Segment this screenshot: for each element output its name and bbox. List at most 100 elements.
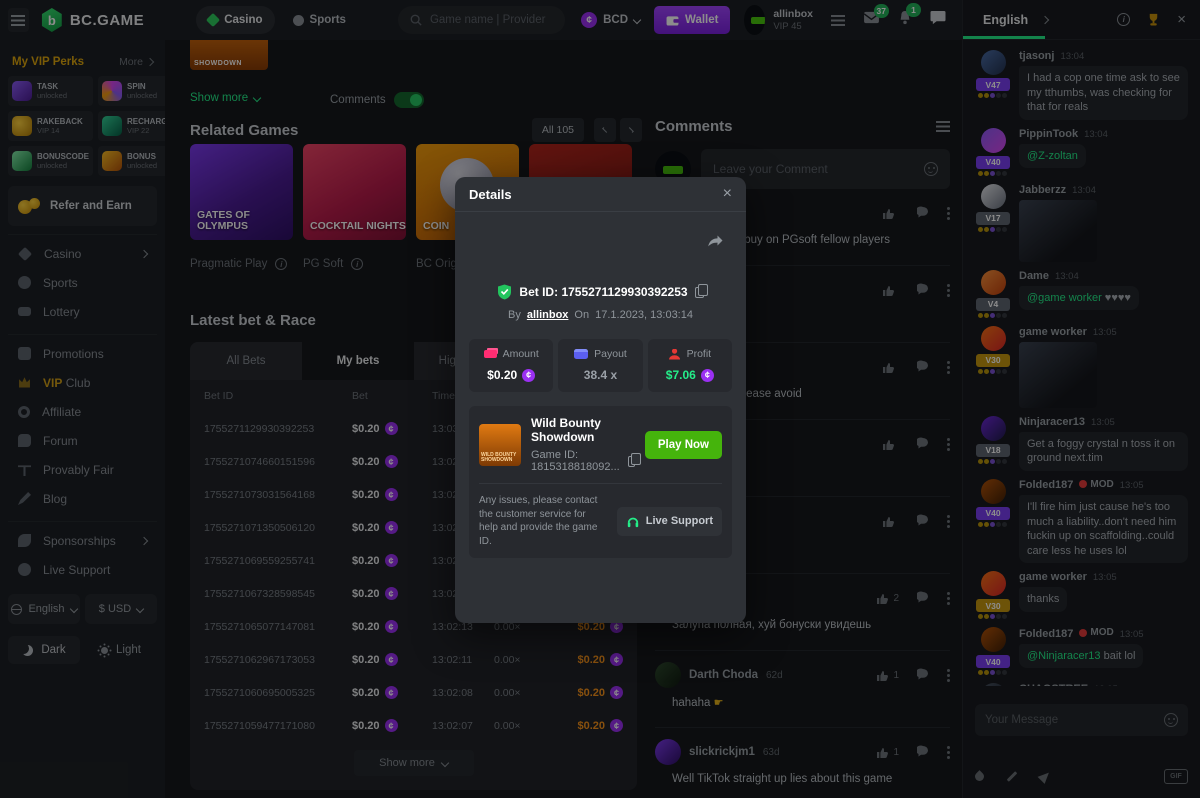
chat-username[interactable]: game worker — [1019, 571, 1087, 583]
carousel-prev-button[interactable] — [594, 118, 616, 142]
sidebar-menu-item[interactable]: Casino — [8, 239, 157, 268]
mention[interactable]: @game worker — [1027, 292, 1102, 304]
comment-menu-icon[interactable] — [947, 361, 950, 364]
bets-show-more-button[interactable]: Show more — [354, 750, 474, 776]
game-card[interactable]: GATES OF OLYMPUS — [190, 144, 293, 240]
comment-menu-icon[interactable] — [947, 207, 950, 210]
light-theme-button[interactable]: Light — [85, 636, 157, 664]
language-selector[interactable]: English — [8, 594, 80, 624]
chat-avatar[interactable] — [981, 416, 1006, 441]
game-search-input[interactable]: Game name | Provider — [398, 6, 565, 34]
emoji-icon[interactable] — [1164, 713, 1178, 727]
copy-icon[interactable] — [695, 287, 704, 298]
comment-menu-icon[interactable] — [947, 438, 950, 441]
like-button[interactable] — [882, 207, 899, 220]
chat-username[interactable]: game worker — [1019, 326, 1087, 338]
like-button[interactable]: 1 — [876, 669, 899, 682]
like-button[interactable] — [882, 284, 899, 297]
carousel-next-button[interactable] — [620, 118, 642, 142]
close-icon[interactable]: × — [723, 186, 732, 202]
live-support-button[interactable]: Live Support — [617, 507, 722, 536]
chat-image[interactable] — [1019, 200, 1097, 262]
sidebar-menu-item[interactable]: VIP Club — [8, 368, 157, 397]
comments-toggle-switch[interactable] — [394, 92, 424, 108]
vip-perk-tile[interactable]: TASK unlocked — [8, 76, 93, 106]
rocket-icon[interactable] — [1038, 769, 1053, 784]
like-button[interactable]: 1 — [876, 746, 899, 759]
sidebar-menu-item[interactable]: Forum — [8, 426, 157, 455]
bets-tab[interactable]: My bets — [302, 342, 414, 380]
play-now-button[interactable]: Play Now — [645, 431, 722, 459]
chat-username[interactable]: tjasonj — [1019, 50, 1054, 62]
chat-toggle-button[interactable] — [930, 10, 946, 30]
mention[interactable]: @Ninjaracer13 — [1027, 650, 1101, 662]
chat-avatar[interactable] — [981, 683, 1006, 686]
comments-menu-icon[interactable] — [936, 121, 950, 132]
bet-row[interactable]: 1755271059477171080 $0.20¢ 13:02:07 0.00… — [190, 709, 637, 742]
chat-language-tab[interactable]: English — [983, 13, 1048, 27]
provider-label[interactable]: Pragmatic Play i — [190, 258, 303, 270]
reply-button[interactable] — [917, 668, 929, 683]
user-avatar[interactable] — [744, 5, 765, 35]
user-info[interactable]: allinbox VIP 45 — [773, 8, 813, 32]
hamburger-menu-button[interactable] — [8, 8, 29, 32]
chat-username[interactable]: Folded187 — [1019, 628, 1073, 640]
fiat-selector[interactable]: $ USD — [85, 594, 157, 624]
reply-button[interactable] — [917, 283, 929, 298]
close-chat-icon[interactable]: × — [1177, 12, 1186, 27]
sidebar-menu-item[interactable]: Sports — [8, 268, 157, 297]
chat-avatar[interactable] — [981, 326, 1006, 351]
chat-avatar[interactable] — [981, 571, 1006, 596]
chat-username[interactable]: CHAOSTREE — [1019, 683, 1088, 686]
like-button[interactable] — [882, 438, 899, 451]
reply-button[interactable] — [917, 206, 929, 221]
chat-avatar[interactable] — [981, 270, 1006, 295]
sidebar-menu-item[interactable]: Lottery — [8, 297, 157, 326]
reply-button[interactable] — [917, 360, 929, 375]
bet-row[interactable]: 1755271062967173053 $0.20¢ 13:02:11 0.00… — [190, 643, 637, 676]
vip-perk-tile[interactable]: BONUSCODE unlocked — [8, 146, 93, 176]
chat-username[interactable]: Ninjaracer13 — [1019, 416, 1085, 428]
chat-username[interactable]: Dame — [1019, 270, 1049, 282]
reply-button[interactable] — [917, 591, 929, 606]
rain-tip-icon[interactable] — [973, 770, 986, 783]
dark-theme-button[interactable]: Dark — [8, 636, 80, 664]
wallet-button[interactable]: Wallet — [654, 6, 730, 34]
trophy-icon[interactable] — [1146, 13, 1161, 27]
comment-menu-icon[interactable] — [947, 669, 950, 672]
like-button[interactable] — [882, 515, 899, 528]
share-button[interactable] — [707, 233, 724, 252]
game-card[interactable]: COCKTAIL NIGHTS — [303, 144, 406, 240]
bet-list-button[interactable] — [831, 15, 845, 26]
chat-username[interactable]: PippinTook — [1019, 128, 1078, 140]
chat-rules-icon[interactable]: i — [1117, 13, 1130, 26]
gif-icon[interactable]: GIF — [1164, 769, 1188, 784]
like-button[interactable]: 2 — [876, 592, 899, 605]
inbox-button[interactable]: 37 — [863, 11, 880, 29]
chat-avatar[interactable] — [981, 184, 1006, 209]
sidebar-menu-item[interactable]: Provably Fair — [8, 455, 157, 484]
refer-and-earn-button[interactable]: Refer and Earn — [8, 186, 157, 226]
reply-button[interactable] — [917, 437, 929, 452]
chat-username[interactable]: Jabberzz — [1019, 184, 1066, 196]
game-thumbnail[interactable]: WILD BOUNTY SHOWDOWN — [479, 424, 521, 466]
notifications-button[interactable]: 1 — [898, 10, 912, 30]
like-button[interactable] — [882, 361, 899, 374]
currency-selector[interactable]: ¢ BCD — [581, 12, 640, 28]
reply-button[interactable] — [917, 745, 929, 760]
nav-tab[interactable]: Casino — [196, 6, 274, 34]
comment-menu-icon[interactable] — [947, 746, 950, 749]
all-games-button[interactable]: All 105 — [532, 118, 584, 142]
comment-menu-icon[interactable] — [947, 592, 950, 595]
logo[interactable]: b BC.GAME — [41, 8, 144, 32]
bets-tab[interactable]: All Bets — [190, 342, 302, 380]
mention[interactable]: @Z-zoltan — [1027, 150, 1078, 162]
vip-perk-tile[interactable]: RAKEBACK VIP 14 — [8, 111, 93, 141]
emoji-icon[interactable] — [924, 162, 938, 176]
sidebar-menu-item[interactable]: Affiliate — [8, 397, 157, 426]
chat-avatar[interactable] — [981, 627, 1006, 652]
sidebar-menu-item[interactable]: Blog — [8, 484, 157, 513]
chat-avatar[interactable] — [981, 479, 1006, 504]
comment-menu-icon[interactable] — [947, 284, 950, 287]
chat-avatar[interactable] — [981, 128, 1006, 153]
